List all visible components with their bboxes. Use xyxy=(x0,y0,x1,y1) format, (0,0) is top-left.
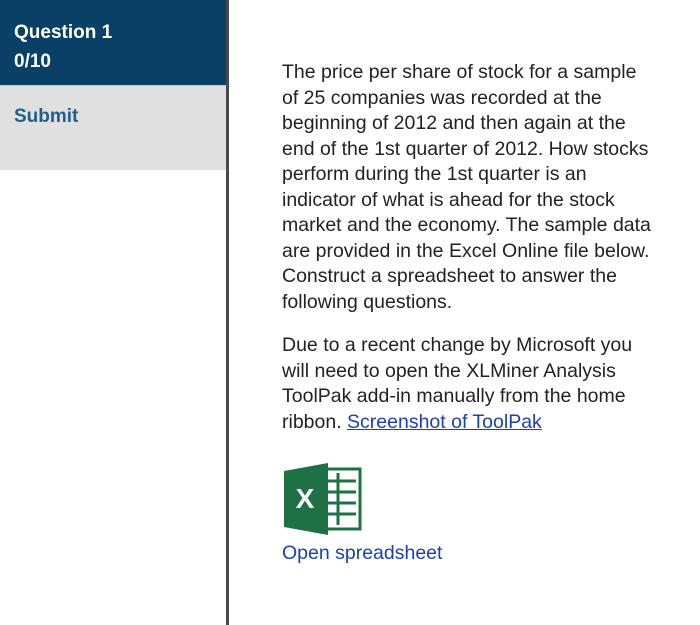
question-paragraph: The price per share of stock for a sampl… xyxy=(282,61,651,313)
submit-button[interactable]: Submit xyxy=(14,106,78,127)
question-title: Question 1 xyxy=(14,22,113,43)
submit-area: Submit xyxy=(0,85,226,170)
question-header: Question 1 0/10 xyxy=(0,0,226,85)
excel-icon-letter: X xyxy=(296,483,315,514)
excel-block: X Open spreadsheet xyxy=(282,463,654,567)
open-spreadsheet-link[interactable]: Open spreadsheet xyxy=(282,541,442,567)
excel-file-icon[interactable]: X xyxy=(282,463,362,535)
toolpak-screenshot-link[interactable]: Screenshot of ToolPak xyxy=(347,411,542,433)
toolpak-note: Due to a recent change by Microsoft you … xyxy=(282,333,654,435)
question-score: 0/10 xyxy=(14,51,51,72)
question-sidebar: Question 1 0/10 Submit xyxy=(0,0,229,625)
page: Question 1 0/10 Submit The price per sha… xyxy=(0,0,700,625)
question-content: The price per share of stock for a sampl… xyxy=(282,60,654,567)
